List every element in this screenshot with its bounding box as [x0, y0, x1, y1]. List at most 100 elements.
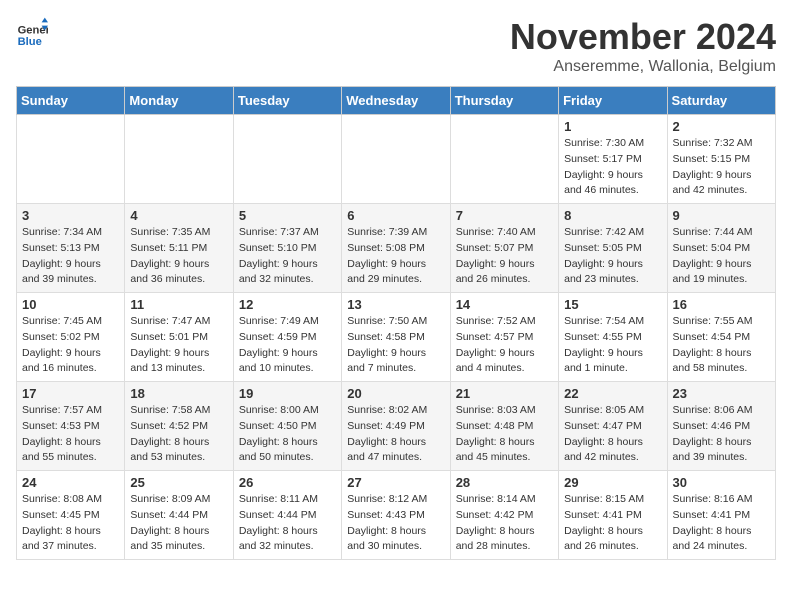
day-info: Sunrise: 8:00 AMSunset: 4:50 PMDaylight:… — [239, 403, 336, 466]
header-thursday: Thursday — [450, 87, 558, 115]
calendar-cell: 13Sunrise: 7:50 AMSunset: 4:58 PMDayligh… — [342, 293, 450, 382]
calendar-cell: 3 Sunrise: 7:34 AMSunset: 5:13 PMDaylight… — [17, 204, 125, 293]
day-info: Sunrise: 8:09 AMSunset: 4:44 PMDaylight:… — [130, 492, 227, 555]
calendar-cell: 27 Sunrise: 8:12 AMSunset: 4:43 PMDayligh… — [342, 471, 450, 560]
day-info: Sunrise: 8:05 AMSunset: 4:47 PMDaylight:… — [564, 403, 661, 466]
day-info: Sunrise: 7:57 AMSunset: 4:53 PMDaylight:… — [22, 403, 119, 466]
week-row-2: 3 Sunrise: 7:34 AMSunset: 5:13 PMDaylight… — [17, 204, 776, 293]
page-header: General Blue November 2024 Anseremme, Wa… — [16, 16, 776, 76]
day-info: Sunrise: 8:08 AMSunset: 4:45 PMDaylight:… — [22, 492, 119, 555]
day-info: Sunrise: 8:16 AMSunset: 4:41 PMDaylight:… — [673, 492, 770, 555]
calendar-cell: 15Sunrise: 7:54 AMSunset: 4:55 PMDayligh… — [559, 293, 667, 382]
header-saturday: Saturday — [667, 87, 775, 115]
day-info: Sunrise: 7:49 AMSunset: 4:59 PMDaylight:… — [239, 314, 336, 377]
day-number: 7 — [456, 208, 553, 223]
location-title: Anseremme, Wallonia, Belgium — [510, 58, 776, 76]
day-number: 12 — [239, 297, 336, 312]
calendar-cell: 21 Sunrise: 8:03 AMSunset: 4:48 PMDayligh… — [450, 382, 558, 471]
day-info: Sunrise: 7:45 AMSunset: 5:02 PMDaylight:… — [22, 314, 119, 377]
header-monday: Monday — [125, 87, 233, 115]
week-row-5: 24 Sunrise: 8:08 AMSunset: 4:45 PMDayligh… — [17, 471, 776, 560]
week-row-4: 17 Sunrise: 7:57 AMSunset: 4:53 PMDayligh… — [17, 382, 776, 471]
day-info: Sunrise: 7:58 AMSunset: 4:52 PMDaylight:… — [130, 403, 227, 466]
month-title: November 2024 — [510, 16, 776, 58]
title-area: November 2024 Anseremme, Wallonia, Belgi… — [510, 16, 776, 76]
day-info: Sunrise: 7:40 AMSunset: 5:07 PMDaylight:… — [456, 225, 553, 288]
calendar-cell: 4Sunrise: 7:35 AMSunset: 5:11 PMDaylight… — [125, 204, 233, 293]
day-info: Sunrise: 7:39 AMSunset: 5:08 PMDaylight:… — [347, 225, 444, 288]
calendar-cell: 26 Sunrise: 8:11 AMSunset: 4:44 PMDayligh… — [233, 471, 341, 560]
week-row-3: 10Sunrise: 7:45 AMSunset: 5:02 PMDayligh… — [17, 293, 776, 382]
day-info: Sunrise: 8:15 AMSunset: 4:41 PMDaylight:… — [564, 492, 661, 555]
calendar-cell: 1 Sunrise: 7:30 AMSunset: 5:17 PMDaylight… — [559, 115, 667, 204]
calendar-cell: 28 Sunrise: 8:14 AMSunset: 4:42 PMDayligh… — [450, 471, 558, 560]
day-info: Sunrise: 7:34 AMSunset: 5:13 PMDaylight:… — [22, 225, 119, 288]
calendar-cell: 17 Sunrise: 7:57 AMSunset: 4:53 PMDayligh… — [17, 382, 125, 471]
calendar-cell: 12 Sunrise: 7:49 AMSunset: 4:59 PMDayligh… — [233, 293, 341, 382]
day-number: 16 — [673, 297, 770, 312]
header-tuesday: Tuesday — [233, 87, 341, 115]
calendar-cell: 11Sunrise: 7:47 AMSunset: 5:01 PMDayligh… — [125, 293, 233, 382]
day-number: 17 — [22, 386, 119, 401]
calendar-cell: 16 Sunrise: 7:55 AMSunset: 4:54 PMDayligh… — [667, 293, 775, 382]
day-number: 6 — [347, 208, 444, 223]
day-info: Sunrise: 7:52 AMSunset: 4:57 PMDaylight:… — [456, 314, 553, 377]
calendar-cell — [125, 115, 233, 204]
calendar-cell: 6 Sunrise: 7:39 AMSunset: 5:08 PMDaylight… — [342, 204, 450, 293]
day-info: Sunrise: 7:50 AMSunset: 4:58 PMDaylight:… — [347, 314, 444, 377]
day-number: 2 — [673, 119, 770, 134]
day-number: 14 — [456, 297, 553, 312]
day-number: 9 — [673, 208, 770, 223]
calendar-table: SundayMondayTuesdayWednesdayThursdayFrid… — [16, 86, 776, 560]
day-number: 22 — [564, 386, 661, 401]
calendar-cell: 30 Sunrise: 8:16 AMSunset: 4:41 PMDayligh… — [667, 471, 775, 560]
calendar-cell: 20Sunrise: 8:02 AMSunset: 4:49 PMDayligh… — [342, 382, 450, 471]
day-info: Sunrise: 7:42 AMSunset: 5:05 PMDaylight:… — [564, 225, 661, 288]
calendar-cell: 24 Sunrise: 8:08 AMSunset: 4:45 PMDayligh… — [17, 471, 125, 560]
day-info: Sunrise: 8:14 AMSunset: 4:42 PMDaylight:… — [456, 492, 553, 555]
day-number: 25 — [130, 475, 227, 490]
day-number: 19 — [239, 386, 336, 401]
day-number: 23 — [673, 386, 770, 401]
calendar-cell: 18 Sunrise: 7:58 AMSunset: 4:52 PMDayligh… — [125, 382, 233, 471]
header-sunday: Sunday — [17, 87, 125, 115]
day-info: Sunrise: 7:35 AMSunset: 5:11 PMDaylight:… — [130, 225, 227, 288]
day-number: 21 — [456, 386, 553, 401]
day-info: Sunrise: 7:32 AMSunset: 5:15 PMDaylight:… — [673, 136, 770, 199]
calendar-cell: 25 Sunrise: 8:09 AMSunset: 4:44 PMDayligh… — [125, 471, 233, 560]
calendar-cell: 10Sunrise: 7:45 AMSunset: 5:02 PMDayligh… — [17, 293, 125, 382]
calendar-cell — [17, 115, 125, 204]
day-number: 28 — [456, 475, 553, 490]
calendar-cell: 9 Sunrise: 7:44 AMSunset: 5:04 PMDaylight… — [667, 204, 775, 293]
calendar-cell: 5Sunrise: 7:37 AMSunset: 5:10 PMDaylight… — [233, 204, 341, 293]
day-info: Sunrise: 8:03 AMSunset: 4:48 PMDaylight:… — [456, 403, 553, 466]
calendar-cell: 23Sunrise: 8:06 AMSunset: 4:46 PMDayligh… — [667, 382, 775, 471]
calendar-cell — [233, 115, 341, 204]
calendar-cell — [450, 115, 558, 204]
calendar-header-row: SundayMondayTuesdayWednesdayThursdayFrid… — [17, 87, 776, 115]
calendar-cell: 2 Sunrise: 7:32 AMSunset: 5:15 PMDaylight… — [667, 115, 775, 204]
day-number: 8 — [564, 208, 661, 223]
day-number: 27 — [347, 475, 444, 490]
day-info: Sunrise: 7:44 AMSunset: 5:04 PMDaylight:… — [673, 225, 770, 288]
calendar-cell — [342, 115, 450, 204]
day-number: 30 — [673, 475, 770, 490]
calendar-cell: 8 Sunrise: 7:42 AMSunset: 5:05 PMDaylight… — [559, 204, 667, 293]
day-number: 26 — [239, 475, 336, 490]
day-number: 3 — [22, 208, 119, 223]
day-info: Sunrise: 7:55 AMSunset: 4:54 PMDaylight:… — [673, 314, 770, 377]
day-info: Sunrise: 8:12 AMSunset: 4:43 PMDaylight:… — [347, 492, 444, 555]
calendar-cell: 7 Sunrise: 7:40 AMSunset: 5:07 PMDaylight… — [450, 204, 558, 293]
calendar-cell: 14 Sunrise: 7:52 AMSunset: 4:57 PMDayligh… — [450, 293, 558, 382]
day-number: 29 — [564, 475, 661, 490]
header-wednesday: Wednesday — [342, 87, 450, 115]
day-number: 18 — [130, 386, 227, 401]
logo-icon: General Blue — [16, 16, 48, 48]
calendar-cell: 19 Sunrise: 8:00 AMSunset: 4:50 PMDayligh… — [233, 382, 341, 471]
day-info: Sunrise: 8:11 AMSunset: 4:44 PMDaylight:… — [239, 492, 336, 555]
day-number: 1 — [564, 119, 661, 134]
day-info: Sunrise: 7:30 AMSunset: 5:17 PMDaylight:… — [564, 136, 661, 199]
day-number: 24 — [22, 475, 119, 490]
day-info: Sunrise: 7:47 AMSunset: 5:01 PMDaylight:… — [130, 314, 227, 377]
day-number: 15 — [564, 297, 661, 312]
